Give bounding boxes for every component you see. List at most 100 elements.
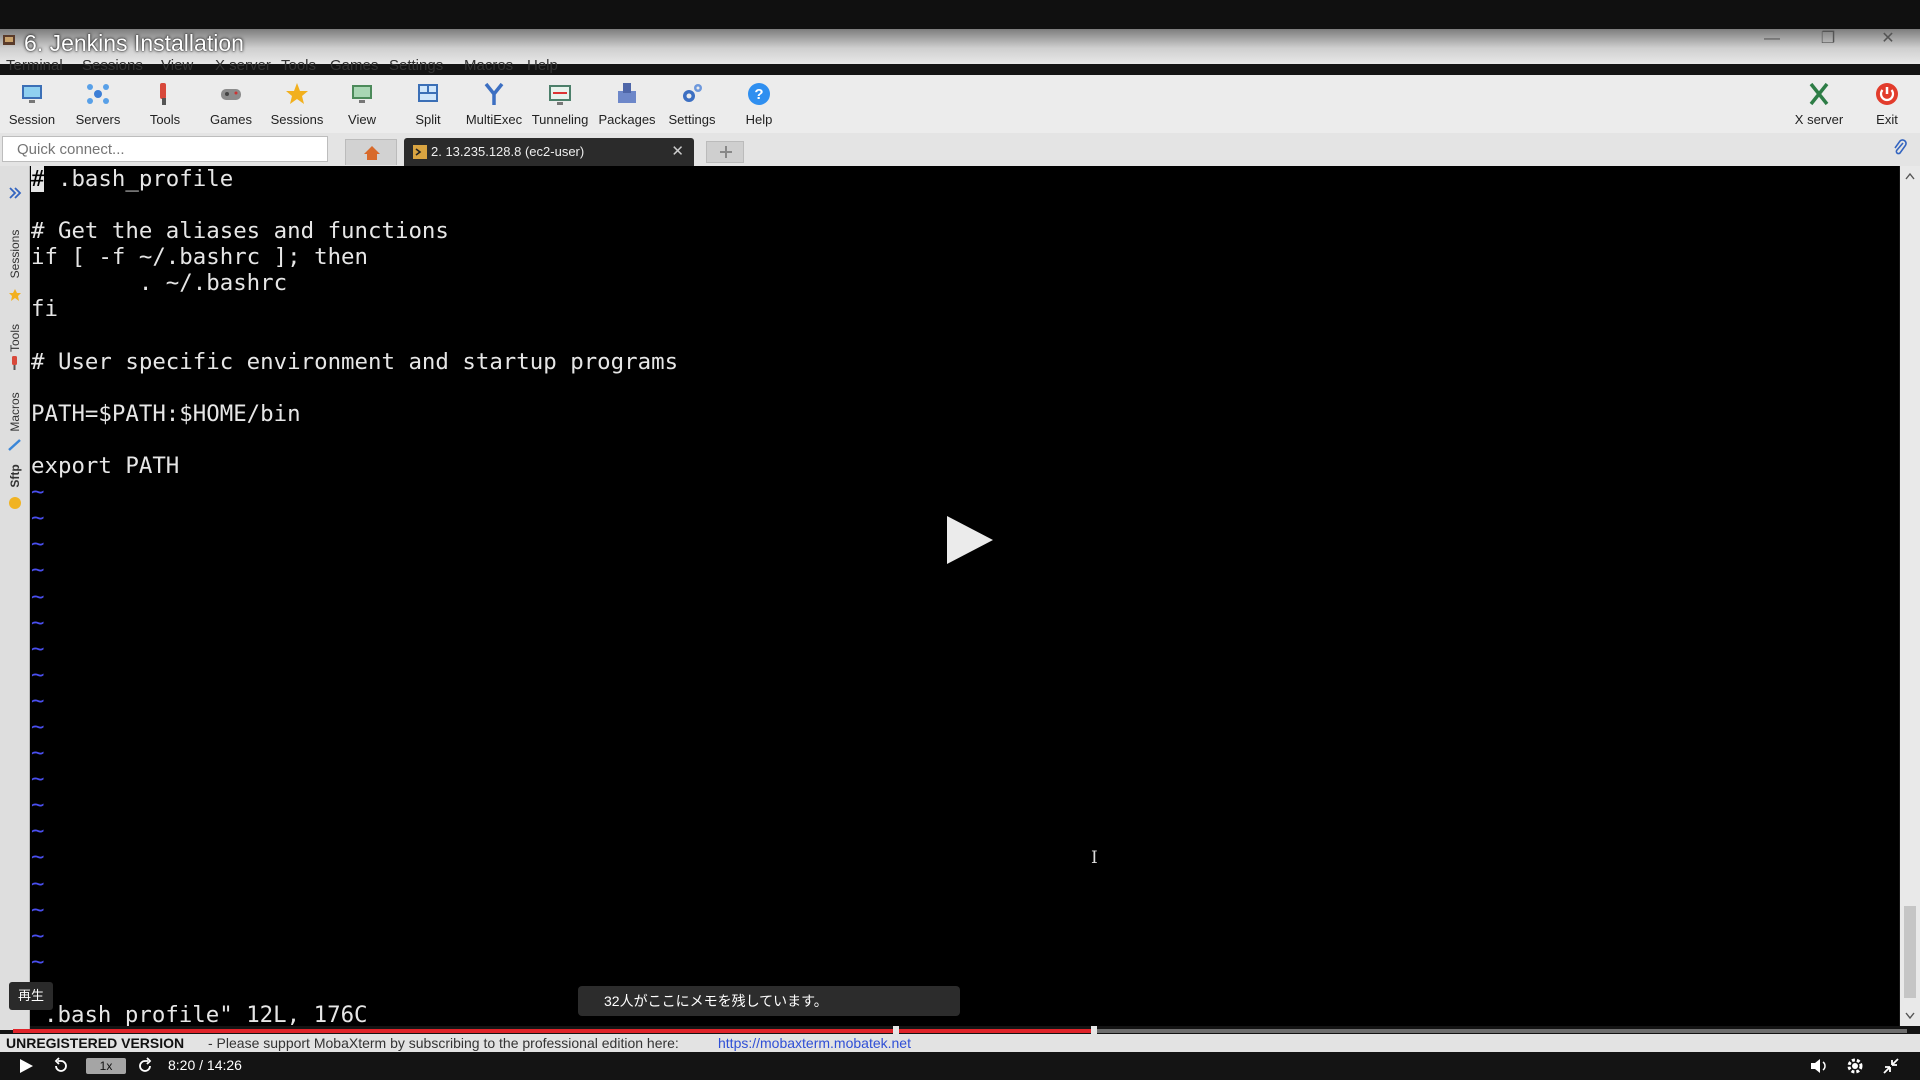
- power-icon: [1876, 83, 1898, 105]
- split-button[interactable]: Split: [397, 81, 459, 133]
- settings-button[interactable]: Settings: [661, 81, 723, 133]
- exit-fullscreen-icon[interactable]: [1882, 1057, 1900, 1075]
- progress-bar[interactable]: [13, 1026, 1907, 1036]
- settings-gear-icon[interactable]: [1846, 1057, 1864, 1075]
- help-button[interactable]: ? Help: [728, 81, 790, 133]
- quick-connect-input[interactable]: [2, 136, 328, 162]
- vim-empty-line-tilde: ~: [31, 661, 45, 688]
- support-message: - Please support MobaXterm by subscribin…: [208, 1035, 679, 1051]
- vim-empty-line-tilde: ~: [31, 818, 45, 845]
- split-icon: [418, 84, 438, 102]
- sessions-button[interactable]: Sessions: [266, 81, 328, 133]
- terminal-scrollbar[interactable]: [1900, 166, 1920, 1026]
- vim-empty-line-tilde: ~: [31, 740, 45, 767]
- vim-empty-line-tilde: ~: [31, 844, 45, 871]
- terminal-line: # Get the aliases and functions: [31, 218, 449, 245]
- menu-view[interactable]: View: [161, 57, 193, 74]
- playback-speed-button[interactable]: 1x: [86, 1058, 126, 1074]
- vim-empty-line-tilde: ~: [31, 635, 45, 662]
- big-play-icon[interactable]: [945, 514, 995, 566]
- tools-side-icon: [12, 356, 17, 370]
- vim-empty-line-tilde: ~: [31, 609, 45, 636]
- terminal-line: . ~/.bashrc: [31, 270, 288, 297]
- close-window-button[interactable]: ✕: [1868, 30, 1908, 48]
- toolbar: Session Servers Tools Games Sessions Vie…: [0, 75, 1920, 133]
- session-tab-label: 2. 13.235.128.8 (ec2-user): [431, 144, 585, 159]
- view-button[interactable]: View: [331, 81, 393, 133]
- menu-terminal[interactable]: Terminal: [6, 57, 63, 74]
- packages-icon: [618, 83, 636, 103]
- vim-empty-line-tilde: ~: [31, 896, 45, 923]
- notes-badge[interactable]: 32人がここにメモを残しています。: [578, 986, 960, 1016]
- scrollbar-thumb[interactable]: [1904, 906, 1916, 998]
- sidebar-tab-tools[interactable]: Tools: [8, 324, 22, 352]
- sidebar-tab-macros[interactable]: Macros: [8, 392, 22, 431]
- volume-icon[interactable]: [1810, 1058, 1828, 1074]
- servers-button[interactable]: Servers: [67, 81, 129, 133]
- servers-icon: [87, 84, 109, 104]
- video-top-bar: [0, 0, 1920, 29]
- rewind-icon[interactable]: [52, 1057, 70, 1075]
- attachment-icon[interactable]: [1892, 139, 1908, 157]
- scroll-up-icon[interactable]: [1905, 172, 1915, 180]
- terminal-line: export PATH: [31, 453, 180, 480]
- vim-empty-line-tilde: ~: [31, 531, 45, 558]
- terminal-tab-icon: [413, 145, 427, 159]
- forward-icon[interactable]: [136, 1057, 154, 1075]
- terminal-line: # .bash_profile: [31, 166, 234, 192]
- terminal-line: fi: [31, 296, 58, 323]
- session-monitor-icon: [22, 85, 42, 103]
- session-button[interactable]: Session: [1, 81, 63, 133]
- menu-xserver[interactable]: X server: [215, 57, 271, 74]
- multiexec-button[interactable]: MultiExec: [463, 81, 525, 133]
- close-tab-icon[interactable]: ✕: [671, 142, 684, 160]
- menu-macros[interactable]: Macros: [464, 57, 513, 74]
- packages-button[interactable]: Packages: [596, 81, 658, 133]
- minimize-button[interactable]: —: [1752, 30, 1792, 48]
- vim-status-line: .bash_profile" 12L, 176C: [44, 1002, 368, 1026]
- mobatek-link[interactable]: https://mobaxterm.mobatek.net: [718, 1034, 911, 1052]
- playback-time: 8:20 / 14:26: [168, 1057, 242, 1073]
- multiexec-fork-icon: [484, 82, 504, 105]
- gamepad-icon: [221, 89, 241, 100]
- tools-button[interactable]: Tools: [134, 81, 196, 133]
- svg-text:?: ?: [754, 86, 763, 103]
- settings-gears-icon: [683, 84, 702, 102]
- tab-bar: 2. 13.235.128.8 (ec2-user) ✕: [0, 133, 1920, 166]
- menu-games[interactable]: Games: [330, 57, 378, 74]
- unregistered-label: UNREGISTERED VERSION: [6, 1035, 185, 1051]
- vim-empty-line-tilde: ~: [31, 922, 45, 949]
- vim-empty-line-tilde: ~: [31, 583, 45, 610]
- sidebar-tab-sftp[interactable]: Sftp: [8, 464, 22, 487]
- expand-sidebar-icon[interactable]: [8, 186, 22, 200]
- player-controls: 1x 8:20 / 14:26: [0, 1052, 1920, 1080]
- games-button[interactable]: Games: [200, 81, 262, 133]
- play-button-icon[interactable]: [18, 1058, 34, 1074]
- tools-icon: [160, 83, 166, 105]
- xserver-button[interactable]: X server: [1788, 81, 1850, 133]
- menu-sessions[interactable]: Sessions: [82, 57, 143, 74]
- vim-empty-line-tilde: ~: [31, 687, 45, 714]
- session-tab[interactable]: 2. 13.235.128.8 (ec2-user) ✕: [404, 138, 694, 166]
- vim-empty-line-tilde: ~: [31, 479, 45, 506]
- new-tab-button[interactable]: [706, 141, 744, 163]
- tunneling-button[interactable]: Tunneling: [529, 81, 591, 133]
- terminal-line: if [ -f ~/.bashrc ]; then: [31, 244, 369, 271]
- terminal-area[interactable]: # .bash_profile # Get the aliases and fu…: [30, 166, 1899, 1026]
- sidebar-tab-sessions[interactable]: Sessions: [8, 230, 22, 279]
- vim-empty-line-tilde: ~: [31, 870, 45, 897]
- home-icon: [364, 146, 380, 160]
- menu-bar: Terminal Sessions View X server Tools Ga…: [0, 55, 1920, 75]
- restore-button[interactable]: ❐: [1808, 30, 1848, 48]
- vim-empty-line-tilde: ~: [31, 713, 45, 740]
- home-tab[interactable]: [345, 139, 397, 165]
- menu-help[interactable]: Help: [527, 57, 558, 74]
- menu-tools[interactable]: Tools: [281, 57, 316, 74]
- exit-button[interactable]: Exit: [1856, 81, 1918, 133]
- new-tab-icon: [720, 146, 732, 158]
- menu-settings[interactable]: Settings: [389, 57, 443, 74]
- video-title: 6. Jenkins Installation: [24, 30, 244, 56]
- scroll-down-icon[interactable]: [1905, 1012, 1915, 1020]
- terminal-text: # .bash_profile # Get the aliases and fu…: [31, 166, 678, 975]
